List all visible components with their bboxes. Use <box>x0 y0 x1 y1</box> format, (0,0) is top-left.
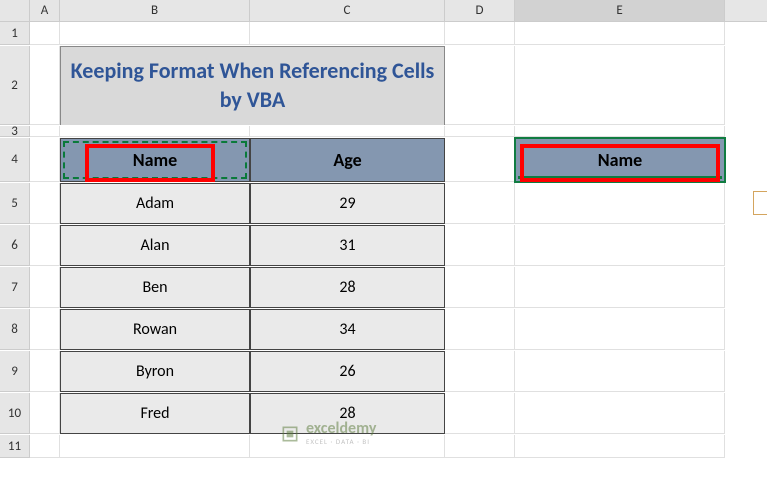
cell-d4[interactable] <box>445 138 515 182</box>
cell-a4[interactable] <box>30 138 60 182</box>
row-header-7[interactable]: 7 <box>0 267 30 308</box>
cell-c1[interactable] <box>250 22 445 45</box>
header-name-text: Name <box>133 149 177 171</box>
col-header-b[interactable]: B <box>60 0 250 21</box>
header-age-text: Age <box>333 149 361 171</box>
row-header-2[interactable]: 2 <box>0 46 30 125</box>
row-header-4[interactable]: 4 <box>0 138 30 182</box>
cell-b9[interactable]: Byron <box>60 351 250 392</box>
cell-d6[interactable] <box>445 225 515 266</box>
cell-c7[interactable]: 28 <box>250 267 445 308</box>
pasted-cell-text: Name <box>598 149 642 171</box>
row-header-5[interactable]: 5 <box>0 183 30 224</box>
col-header-e[interactable]: E <box>515 0 725 21</box>
column-headers: A B C D E <box>0 0 767 22</box>
cell-a7[interactable] <box>30 267 60 308</box>
cell-d11[interactable] <box>445 435 515 458</box>
header-age-cell[interactable]: Age <box>250 138 445 182</box>
cell-b3[interactable] <box>60 126 250 137</box>
cell-e3[interactable] <box>515 126 725 137</box>
cell-e8[interactable] <box>515 309 725 350</box>
row-header-6[interactable]: 6 <box>0 225 30 266</box>
cell-a11[interactable] <box>30 435 60 458</box>
row-header-8[interactable]: 8 <box>0 309 30 350</box>
cell-c6[interactable]: 31 <box>250 225 445 266</box>
cell-a5[interactable] <box>30 183 60 224</box>
cell-c5[interactable]: 29 <box>250 183 445 224</box>
select-all-corner[interactable] <box>0 0 30 21</box>
cell-c3[interactable] <box>250 126 445 137</box>
cell-d2[interactable] <box>445 46 515 125</box>
watermark-tag: EXCEL · DATA · BI <box>306 437 376 446</box>
cell-e7[interactable] <box>515 267 725 308</box>
cell-e11[interactable] <box>515 435 725 458</box>
watermark-icon <box>280 424 300 444</box>
cell-e5[interactable] <box>515 183 725 224</box>
cell-e1[interactable] <box>515 22 725 45</box>
cell-e9[interactable] <box>515 351 725 392</box>
title-cell[interactable]: Keeping Format When Referencing Cells by… <box>60 46 445 125</box>
cell-d10[interactable] <box>445 393 515 434</box>
row-header-1[interactable]: 1 <box>0 22 30 45</box>
cell-a6[interactable] <box>30 225 60 266</box>
cell-a1[interactable] <box>30 22 60 45</box>
cell-e6[interactable] <box>515 225 725 266</box>
watermark-brand: exceldemy <box>306 421 376 437</box>
cell-d5[interactable] <box>445 183 515 224</box>
cell-d1[interactable] <box>445 22 515 45</box>
cell-d3[interactable] <box>445 126 515 137</box>
row-header-9[interactable]: 9 <box>0 351 30 392</box>
active-cell-underline <box>518 176 722 179</box>
row-header-11[interactable]: 11 <box>0 435 30 458</box>
cell-e2[interactable] <box>515 46 725 125</box>
col-header-d[interactable]: D <box>445 0 515 21</box>
cell-e10[interactable] <box>515 393 725 434</box>
cell-b10[interactable]: Fred <box>60 393 250 434</box>
cell-a10[interactable] <box>30 393 60 434</box>
cell-b1[interactable] <box>60 22 250 45</box>
cell-b5[interactable]: Adam <box>60 183 250 224</box>
cell-a9[interactable] <box>30 351 60 392</box>
cell-c9[interactable]: 26 <box>250 351 445 392</box>
row-header-10[interactable]: 10 <box>0 393 30 434</box>
cell-a2[interactable] <box>30 46 60 125</box>
cell-b7[interactable]: Ben <box>60 267 250 308</box>
watermark: exceldemy EXCEL · DATA · BI <box>280 421 376 446</box>
paste-options-button[interactable] <box>753 191 767 215</box>
col-header-a[interactable]: A <box>30 0 60 21</box>
cell-c8[interactable]: 34 <box>250 309 445 350</box>
cell-b6[interactable]: Alan <box>60 225 250 266</box>
cell-b11[interactable] <box>60 435 250 458</box>
header-name-cell[interactable]: Name <box>60 138 250 182</box>
cell-a3[interactable] <box>30 126 60 137</box>
cell-a8[interactable] <box>30 309 60 350</box>
col-header-c[interactable]: C <box>250 0 445 21</box>
cell-d7[interactable] <box>445 267 515 308</box>
spreadsheet-grid[interactable]: A B C D E 1 2 Keeping Format When Refere… <box>0 0 767 501</box>
pasted-cell-e4[interactable]: Name <box>515 138 725 182</box>
cell-d8[interactable] <box>445 309 515 350</box>
cell-b8[interactable]: Rowan <box>60 309 250 350</box>
row-header-3[interactable]: 3 <box>0 126 30 137</box>
cell-d9[interactable] <box>445 351 515 392</box>
